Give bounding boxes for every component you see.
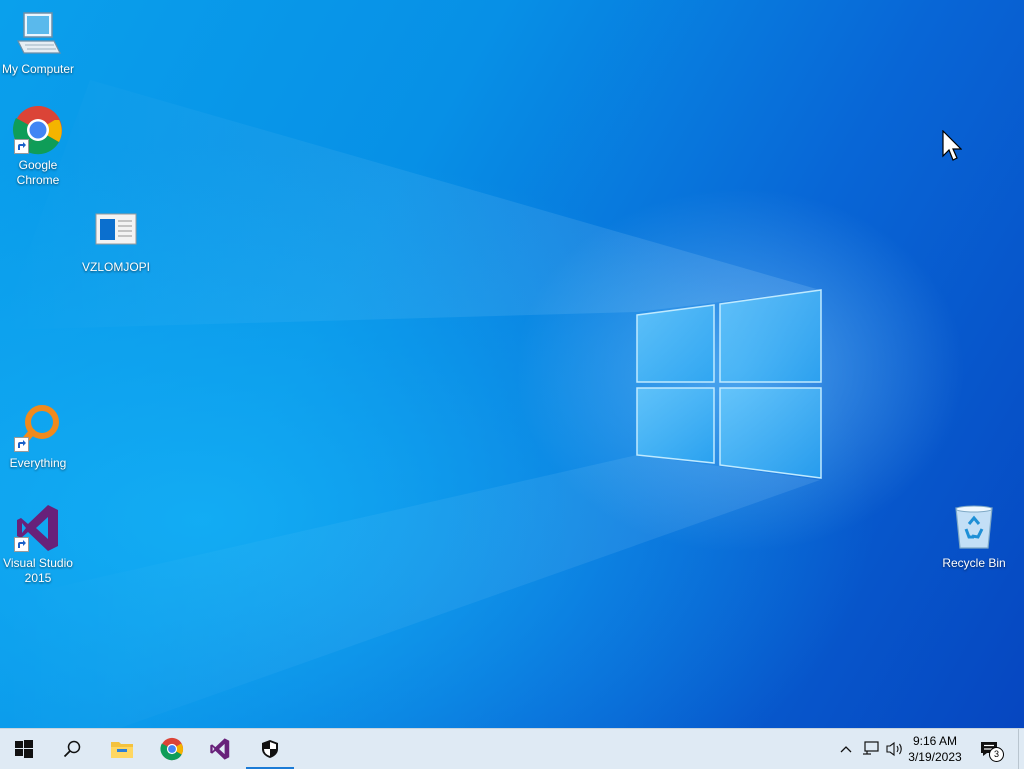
shortcut-arrow-icon [14,139,29,154]
shortcut-arrow-icon [14,537,29,552]
shield-icon [262,740,278,758]
start-button[interactable] [0,729,48,769]
show-desktop-button[interactable] [1018,729,1024,769]
chrome-taskbar-button[interactable] [148,729,196,769]
windows-security-taskbar-button[interactable] [246,729,294,769]
shortcut-arrow-icon [14,437,29,452]
desktop-icon-label: VZLOMJOPI [81,260,150,274]
visual-studio-taskbar-button[interactable] [196,729,244,769]
visual-studio-icon [12,502,64,554]
desktop-icon-visual-studio-2015[interactable]: Visual Studio 2015 [0,502,76,586]
visual-studio-icon [210,738,230,760]
clock-time: 9:16 AM [912,734,958,748]
desktop-icon-google-chrome[interactable]: Google Chrome [0,104,76,188]
clock-date: 3/19/2023 [908,750,962,764]
network-tray-button[interactable] [860,729,882,769]
show-hidden-icons-button[interactable] [836,729,856,769]
document-icon [90,206,142,258]
notification-count-badge: 3 [989,747,1004,762]
taskbar: 9:16 AM 3/19/2023 3 [0,728,1024,769]
search-button[interactable] [48,729,96,769]
chrome-icon [160,737,184,761]
desktop-icon-label: Recycle Bin [942,556,1006,570]
chevron-up-icon [840,746,852,753]
desktop-icon-everything[interactable]: Everything [0,402,76,471]
recycle-bin-icon [948,502,1000,554]
desktop-icon-vzlomjopi[interactable]: VZLOMJOPI [78,206,154,275]
taskbar-clock[interactable]: 9:16 AM 3/19/2023 [900,733,970,765]
windows-start-icon [15,740,33,758]
desktop-icon-label: Visual Studio 2015 [3,556,73,585]
desktop-icon-recycle-bin[interactable]: Recycle Bin [936,502,1012,571]
desktop-icon-my-computer[interactable]: My Computer [0,8,76,77]
folder-icon [111,742,133,758]
network-icon [863,741,879,755]
desktop-icon-label: Google Chrome [16,158,60,187]
everything-search-icon [12,402,64,454]
desktop[interactable]: My Computer Google Chrome VZLOMJOPI Ever… [0,0,1024,728]
search-icon [63,740,81,758]
wallpaper-windows-logo [0,80,822,728]
mouse-cursor-icon [942,130,962,161]
desktop-icon-label: Everything [9,456,67,470]
desktop-icon-label: My Computer [1,62,75,76]
action-center-button[interactable]: 3 [976,729,1004,769]
computer-icon [12,8,64,60]
chrome-icon [12,104,64,156]
file-explorer-button[interactable] [98,729,146,769]
